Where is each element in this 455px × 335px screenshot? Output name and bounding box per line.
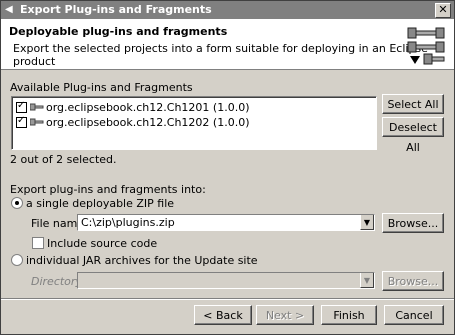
back-button[interactable]: < Back bbox=[194, 305, 252, 325]
export-dialog: ◀ Export Plug-ins and Fragments ✕ Deploy… bbox=[0, 0, 455, 335]
zip-option-label: a single deployable ZIP file bbox=[26, 197, 175, 210]
list-item[interactable]: org.eclipsebook.ch12.Ch1201 (1.0.0) bbox=[16, 100, 249, 114]
directory-browse-button[interactable]: Browse... bbox=[382, 271, 444, 291]
finish-button[interactable]: Finish bbox=[321, 305, 377, 325]
available-label: Available Plug-ins and Fragments bbox=[10, 81, 193, 94]
page-description: Export the selected projects into a form… bbox=[13, 42, 428, 68]
footer-separator bbox=[1, 298, 454, 300]
close-button[interactable]: ✕ bbox=[435, 3, 451, 18]
cancel-button[interactable]: Cancel bbox=[384, 305, 444, 325]
plugin-export-icon bbox=[407, 27, 445, 65]
plugin-icon bbox=[30, 118, 44, 126]
list-item[interactable]: org.eclipsebook.ch12.Ch1202 (1.0.0) bbox=[16, 115, 249, 129]
zip-radio[interactable] bbox=[11, 197, 23, 209]
plugin-label: org.eclipsebook.ch12.Ch1201 (1.0.0) bbox=[46, 100, 250, 114]
plugin-checkbox[interactable] bbox=[16, 115, 27, 128]
next-button[interactable]: Next > bbox=[256, 305, 314, 325]
file-name-combo[interactable]: C:\zip\plugins.zip ▼ bbox=[77, 214, 375, 231]
file-name-value: C:\zip\plugins.zip bbox=[81, 216, 175, 229]
include-source-label: Include source code bbox=[47, 237, 158, 250]
chevron-down-icon[interactable]: ▼ bbox=[360, 215, 374, 230]
include-source-checkbox[interactable] bbox=[32, 237, 44, 249]
wizard-banner: Deployable plug-ins and fragments Export… bbox=[1, 19, 454, 70]
chevron-down-icon[interactable]: ▼ bbox=[360, 273, 374, 288]
deselect-all-button[interactable]: Deselect All bbox=[382, 117, 444, 154]
plugin-checkbox[interactable] bbox=[16, 100, 27, 113]
directory-combo[interactable]: ▼ bbox=[77, 272, 375, 289]
window-title: Export Plug-ins and Fragments bbox=[20, 3, 212, 16]
jar-option-label: individual JAR archives for the Update s… bbox=[26, 254, 258, 267]
back-arrow-icon: ◀ bbox=[5, 4, 13, 15]
plugin-list[interactable]: org.eclipsebook.ch12.Ch1201 (1.0.0) org.… bbox=[11, 96, 377, 150]
page-title: Deployable plug-ins and fragments bbox=[9, 25, 228, 38]
select-all-button[interactable]: Select All bbox=[382, 94, 444, 114]
jar-radio[interactable] bbox=[11, 254, 23, 266]
selection-status: 2 out of 2 selected. bbox=[10, 153, 117, 166]
browse-button[interactable]: Browse... bbox=[382, 213, 444, 233]
title-bar: ◀ Export Plug-ins and Fragments ✕ bbox=[1, 1, 454, 19]
plugin-label: org.eclipsebook.ch12.Ch1202 (1.0.0) bbox=[46, 115, 250, 129]
export-destination-label: Export plug-ins and fragments into: bbox=[10, 183, 206, 196]
plugin-icon bbox=[30, 103, 44, 111]
